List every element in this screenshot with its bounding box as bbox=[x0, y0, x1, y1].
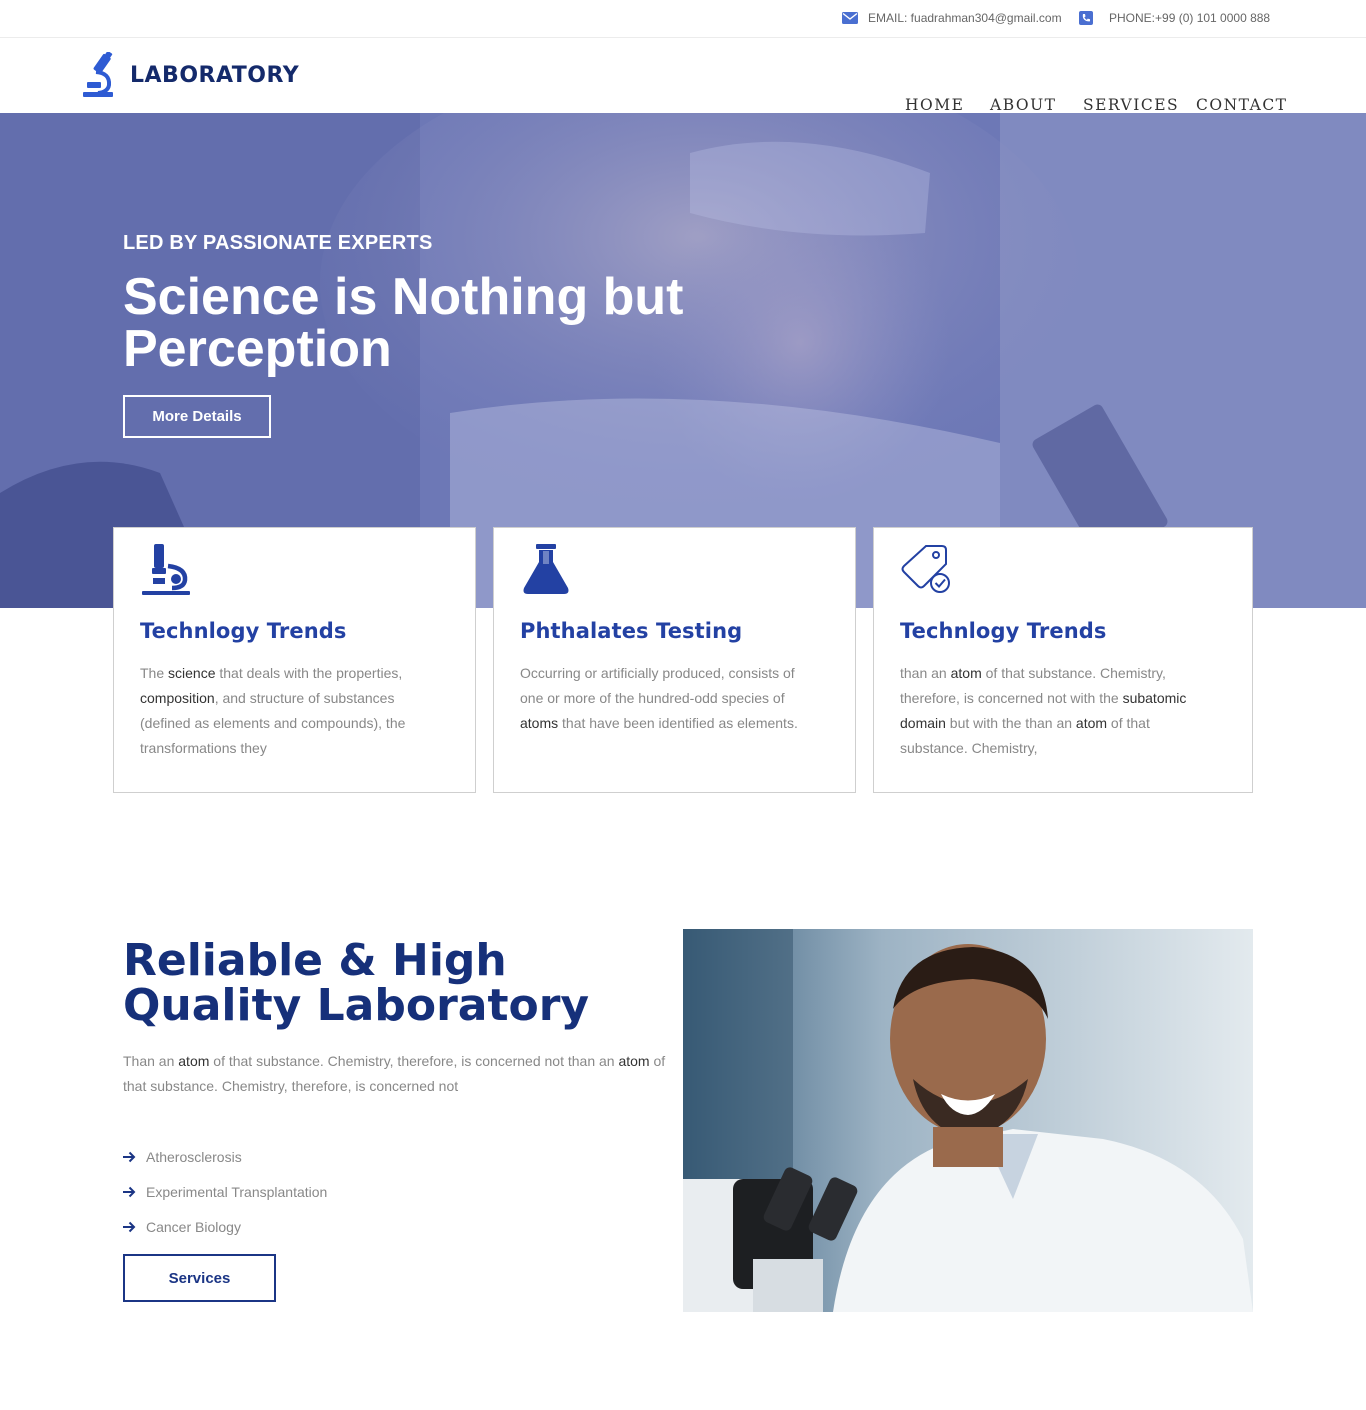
phone-contact[interactable]: PHONE:+99 (0) 101 0000 888 bbox=[1078, 11, 1270, 25]
list-item-label: Atherosclerosis bbox=[146, 1148, 242, 1165]
scientist-image bbox=[683, 929, 1253, 1312]
list-item: Atherosclerosis bbox=[123, 1139, 327, 1174]
phone-icon bbox=[1079, 11, 1093, 25]
body-text: The bbox=[140, 665, 169, 681]
flask-icon bbox=[523, 544, 569, 594]
card-text: The science that deals with the properti… bbox=[140, 661, 440, 761]
logo[interactable]: LABORATORY bbox=[81, 52, 299, 98]
list-item-label: Experimental Transplantation bbox=[146, 1183, 328, 1200]
nav-services[interactable]: SERVICES bbox=[1083, 96, 1179, 114]
arrow-right-icon bbox=[123, 1221, 136, 1232]
body-text: that have been identified as elements. bbox=[558, 715, 798, 731]
scientist-photo bbox=[683, 929, 1253, 1312]
email-text: EMAIL: fuadrahman304@gmail.com bbox=[868, 11, 1062, 25]
feature-list: Atherosclerosis Experimental Transplanta… bbox=[123, 1139, 327, 1244]
nav-contact[interactable]: CONTACT bbox=[1196, 96, 1288, 114]
site-header: LABORATORY HOME ABOUT SERVICES CONTACT bbox=[0, 38, 1366, 114]
microscope-logo-icon bbox=[83, 52, 113, 97]
top-contact-bar: EMAIL: fuadrahman304@gmail.com PHONE:+99… bbox=[0, 0, 1366, 38]
body-text: Occurring or artificially produced, cons… bbox=[520, 665, 795, 706]
nav-about[interactable]: ABOUT bbox=[990, 96, 1056, 114]
hero-title: Science is Nothing but Perception bbox=[123, 268, 684, 378]
body-text: Than an bbox=[123, 1053, 179, 1069]
brand-name: LABORATORY bbox=[130, 62, 300, 88]
microscope-icon bbox=[142, 544, 190, 595]
card-title: Phthalates Testing bbox=[520, 619, 743, 643]
keyword-text: atom bbox=[1075, 715, 1108, 731]
tag-check-icon bbox=[901, 545, 950, 593]
nav-home[interactable]: HOME bbox=[905, 96, 964, 114]
card-text: Occurring or artificially produced, cons… bbox=[520, 661, 820, 736]
list-item: Cancer Biology bbox=[123, 1209, 327, 1244]
about-title: Reliable & High Quality Laboratory bbox=[123, 935, 590, 1031]
more-details-button[interactable]: More Details bbox=[123, 395, 271, 438]
services-button[interactable]: Services bbox=[123, 1254, 276, 1302]
card-title: Technlogy Trends bbox=[140, 619, 347, 643]
feature-card: Phthalates Testing Occurring or artifici… bbox=[493, 527, 856, 793]
phone-text: PHONE:+99 (0) 101 0000 888 bbox=[1109, 11, 1271, 25]
keyword-text: science bbox=[168, 665, 216, 681]
arrow-right-icon bbox=[123, 1151, 136, 1162]
keyword-text: composition bbox=[140, 690, 215, 706]
feature-card: Technlogy Trends The science that deals … bbox=[113, 527, 476, 793]
card-text: than an atom of that substance. Chemistr… bbox=[900, 661, 1200, 761]
arrow-right-icon bbox=[123, 1186, 136, 1197]
body-text: that deals with the properties, bbox=[215, 665, 403, 681]
list-item-label: Cancer Biology bbox=[146, 1218, 241, 1235]
body-text: of that substance. Chemistry, therefore,… bbox=[209, 1053, 619, 1069]
about-text: Than an atom of that substance. Chemistr… bbox=[123, 1049, 673, 1099]
feature-card: Technlogy Trends than an atom of that su… bbox=[873, 527, 1253, 793]
keyword-text: atoms bbox=[520, 715, 559, 731]
card-title: Technlogy Trends bbox=[900, 619, 1107, 643]
email-contact[interactable]: EMAIL: fuadrahman304@gmail.com bbox=[842, 11, 1062, 25]
list-item: Experimental Transplantation bbox=[123, 1174, 327, 1209]
envelope-icon bbox=[842, 12, 858, 24]
body-text: but with the than an bbox=[945, 715, 1076, 731]
keyword-text: atom bbox=[178, 1053, 210, 1069]
body-text: than an bbox=[900, 665, 951, 681]
hero-subtitle: LED BY PASSIONATE EXPERTS bbox=[123, 232, 433, 254]
keyword-text: atom bbox=[618, 1053, 650, 1069]
keyword-text: atom bbox=[950, 665, 982, 681]
